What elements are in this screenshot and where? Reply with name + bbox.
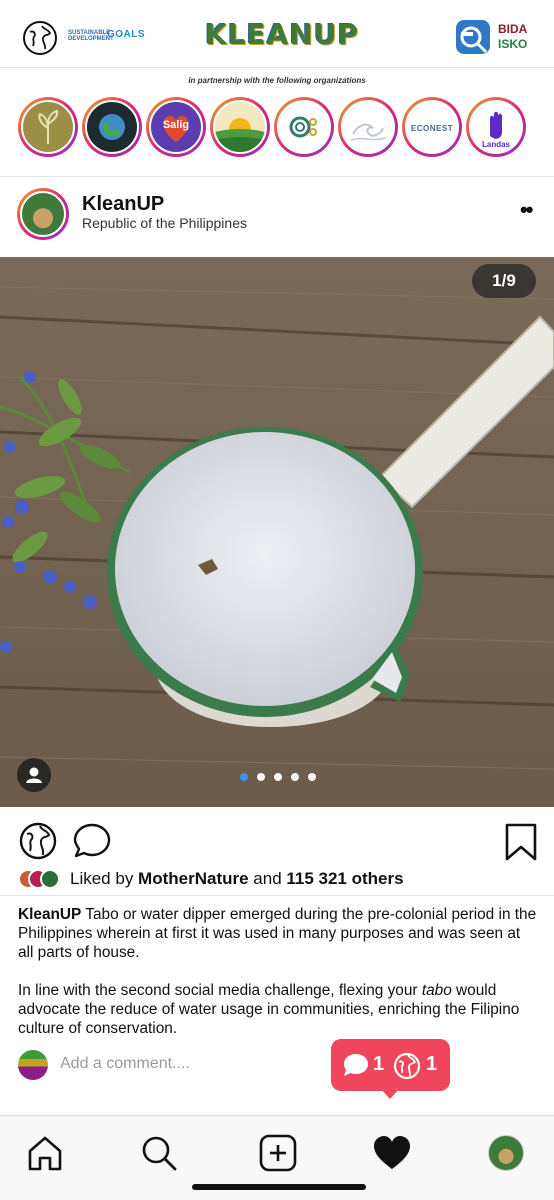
liker-avatar <box>40 869 60 889</box>
partner-sunrise[interactable] <box>210 97 270 157</box>
post-username[interactable]: KleanUP <box>82 193 164 216</box>
home-icon[interactable] <box>26 1134 64 1172</box>
activity-heart-icon[interactable] <box>372 1134 412 1172</box>
partner-youth-strike[interactable] <box>82 97 142 157</box>
post-image[interactable] <box>0 257 554 807</box>
profile-avatar[interactable] <box>488 1135 524 1171</box>
divider <box>0 895 554 896</box>
globe-count: 1 <box>426 1053 438 1075</box>
carousel-dot <box>308 773 316 781</box>
carousel-dot <box>274 773 282 781</box>
notification-tail <box>381 1089 399 1099</box>
post-location[interactable]: Republic of the Philippines <box>82 215 247 231</box>
globe-icon <box>23 21 57 55</box>
liked-and: and <box>248 869 287 888</box>
caption-paragraph-2a: In line with the second social media cha… <box>18 982 422 999</box>
likes-summary[interactable]: Liked by MotherNature and 115 321 others <box>18 868 548 890</box>
isko-label: ISKO <box>498 37 528 51</box>
comment-count: 1 <box>373 1053 385 1075</box>
carousel-dot <box>257 773 265 781</box>
search-icon[interactable] <box>140 1134 178 1172</box>
bida-label: BIDA <box>498 22 528 36</box>
caption-emphasis: tabo <box>421 982 452 999</box>
bida-isko-logo-icon <box>456 20 490 54</box>
post-actions <box>0 816 554 866</box>
partners-caption: in partnership with the following organi… <box>188 76 366 85</box>
carousel-indicator <box>240 773 320 783</box>
partners-row: Salig ECONEST Landas <box>18 97 548 159</box>
comment-input[interactable] <box>60 1055 360 1073</box>
partner-salig[interactable]: Salig <box>146 97 206 157</box>
new-post-icon[interactable] <box>259 1134 297 1172</box>
liked-count[interactable]: 115 321 others <box>286 869 403 888</box>
partner-landas[interactable]: Landas <box>466 97 526 157</box>
liked-prefix: Liked by <box>70 869 139 888</box>
carousel-dot-active <box>240 773 248 781</box>
sdg-goals: GOALS <box>107 29 146 40</box>
partner-plant[interactable] <box>18 97 78 157</box>
post-caption: KleanUP Tabo or water dipper emerged dur… <box>18 905 538 1057</box>
add-comment-row <box>18 1050 538 1082</box>
partner-wave[interactable] <box>338 97 398 157</box>
tagged-users-icon[interactable] <box>17 758 51 792</box>
more-options-icon[interactable]: •• <box>520 199 533 221</box>
sdg-logo: SUSTAINABLE DEVELOPMENT GOALS <box>68 30 145 43</box>
kleanup-brand-logo: KLEANUP <box>205 18 360 51</box>
globe-like-icon[interactable] <box>18 821 58 861</box>
partner-econest[interactable]: ECONEST <box>402 97 462 157</box>
post-author-avatar[interactable] <box>17 188 69 240</box>
caption-paragraph-1: Tabo or water dipper emerged during the … <box>18 906 537 961</box>
image-counter: 1/9 <box>472 264 536 298</box>
divider <box>0 176 554 177</box>
liked-user[interactable]: MotherNature <box>138 869 249 888</box>
caption-username[interactable]: KleanUP <box>18 906 81 923</box>
top-brand-bar: SUSTAINABLE DEVELOPMENT GOALS KLEANUP BI… <box>0 0 554 68</box>
comment-bubble-icon <box>344 1054 368 1076</box>
post-header: KleanUP Republic of the Philippines •• <box>0 180 554 252</box>
econest-label: ECONEST <box>410 124 454 133</box>
bida-isko-text: BIDA ISKO <box>498 22 527 52</box>
tabo-photo <box>0 257 554 807</box>
bookmark-icon[interactable] <box>504 822 538 862</box>
partner-rings[interactable] <box>274 97 334 157</box>
carousel-dot <box>291 773 299 781</box>
current-user-avatar <box>18 1050 48 1080</box>
home-indicator[interactable] <box>192 1184 366 1190</box>
landas-label: Landas <box>481 140 510 149</box>
comment-icon[interactable] <box>72 821 112 861</box>
globe-notif-icon <box>393 1052 421 1080</box>
activity-notification[interactable]: 1 1 <box>331 1039 450 1091</box>
salig-label: Salig <box>162 119 190 131</box>
